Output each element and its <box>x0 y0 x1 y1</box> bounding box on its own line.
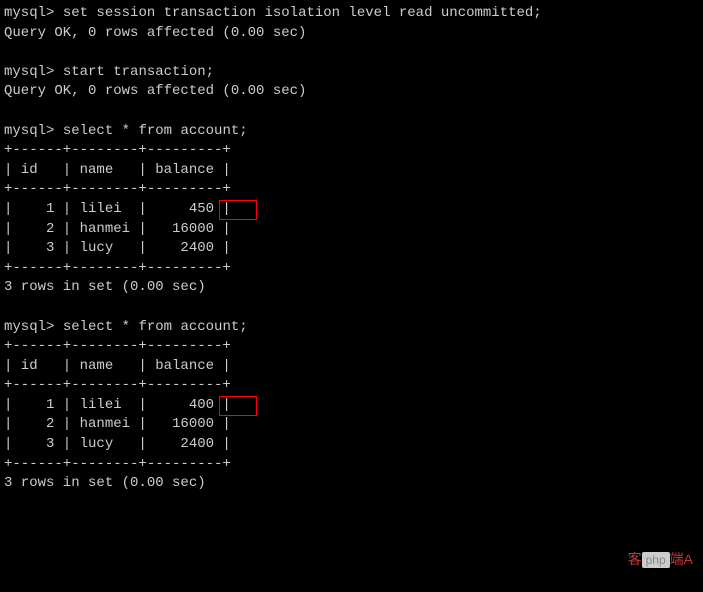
blank <box>4 298 699 318</box>
table-data-row: | 2 | hanmei | 16000 | <box>4 220 699 240</box>
highlight-box <box>219 396 257 416</box>
result-line-1: Query OK, 0 rows affected (0.00 sec) <box>4 24 699 44</box>
cmd-line-1: mysql> set session transaction isolation… <box>4 4 699 24</box>
mysql-prompt: mysql> <box>4 123 54 139</box>
table-data-row: | 2 | hanmei | 16000 | <box>4 415 699 435</box>
cmd-line-3: mysql> select * from account; <box>4 122 699 142</box>
result-line-2: Query OK, 0 rows affected (0.00 sec) <box>4 82 699 102</box>
watermark-right: 端A <box>670 551 693 567</box>
table-data-row: | 1 | lilei | 400 | <box>4 396 699 416</box>
table-border-bot: +------+--------+---------+ <box>4 455 699 475</box>
cmd-text: select * from account; <box>63 319 248 335</box>
cmd-text: set session transaction isolation level … <box>63 5 542 21</box>
blank <box>4 102 699 122</box>
highlight-box <box>219 200 257 220</box>
table-data-row: | 1 | lilei | 450 | <box>4 200 699 220</box>
watermark-left: 客 <box>628 551 642 567</box>
mysql-prompt: mysql> <box>4 319 54 335</box>
table-border-top: +------+--------+---------+ <box>4 141 699 161</box>
cmd-line-4: mysql> select * from account; <box>4 318 699 338</box>
table-data-row: | 3 | lucy | 2400 | <box>4 239 699 259</box>
mysql-prompt: mysql> <box>4 64 54 80</box>
blank <box>4 43 699 63</box>
table-header-row: | id | name | balance | <box>4 161 699 181</box>
watermark: 客php端A <box>628 550 693 570</box>
mysql-prompt: mysql> <box>4 5 54 21</box>
php-badge: php <box>642 552 670 568</box>
table-header-row: | id | name | balance | <box>4 357 699 377</box>
cmd-text: start transaction; <box>63 64 214 80</box>
cmd-text: select * from account; <box>63 123 248 139</box>
table-border-top: +------+--------+---------+ <box>4 337 699 357</box>
table-border-mid: +------+--------+---------+ <box>4 376 699 396</box>
table-border-mid: +------+--------+---------+ <box>4 180 699 200</box>
result-footer-2: 3 rows in set (0.00 sec) <box>4 474 699 494</box>
table-data-row: | 3 | lucy | 2400 | <box>4 435 699 455</box>
cmd-line-2: mysql> start transaction; <box>4 63 699 83</box>
table-border-bot: +------+--------+---------+ <box>4 259 699 279</box>
result-footer-1: 3 rows in set (0.00 sec) <box>4 278 699 298</box>
